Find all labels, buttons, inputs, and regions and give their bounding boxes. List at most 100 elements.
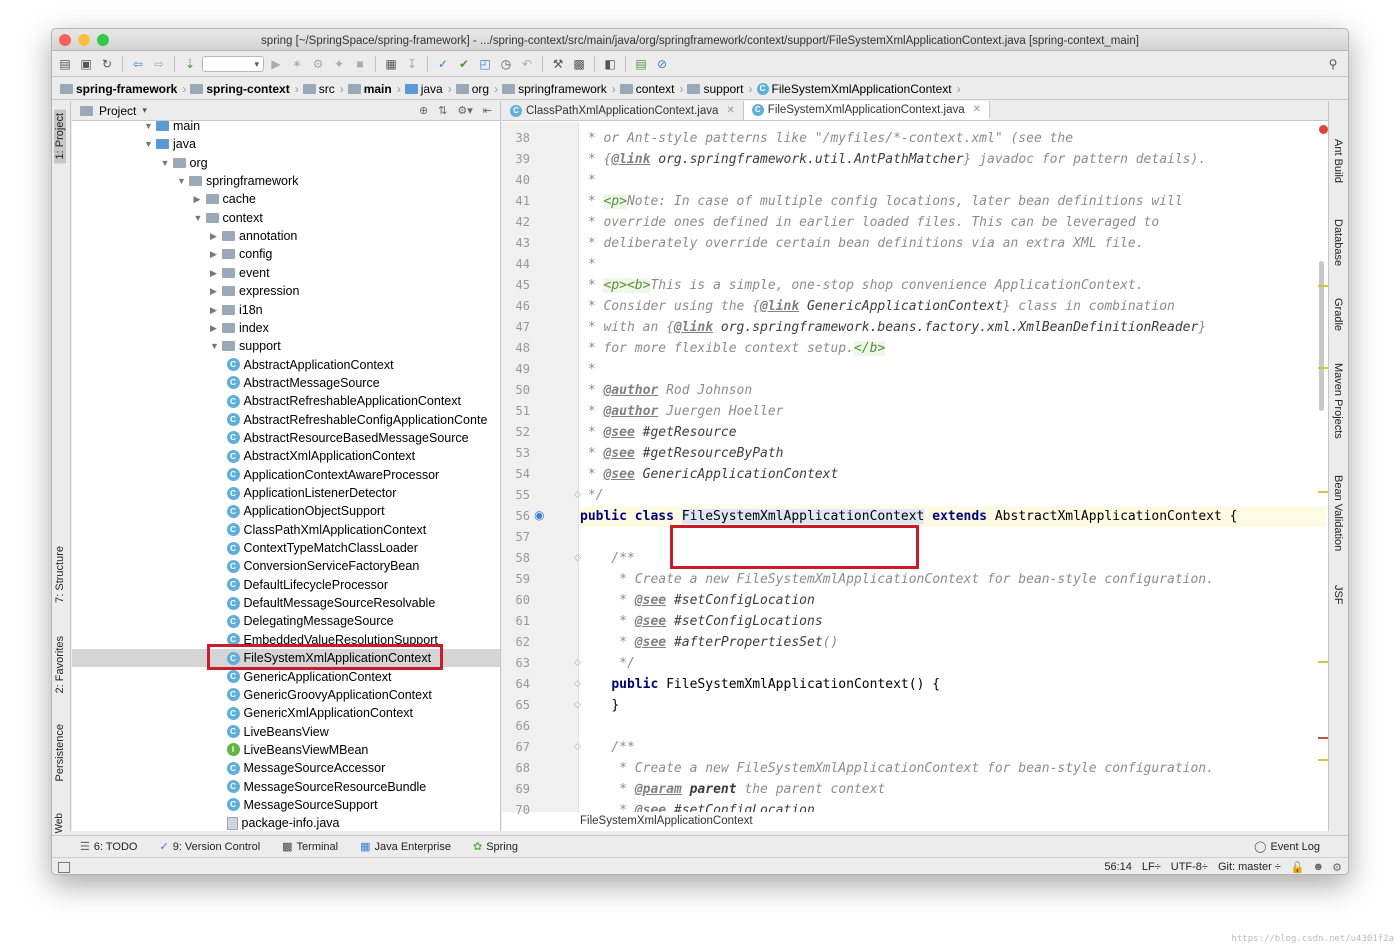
tab-structure[interactable]: 7: Structure [54,546,66,603]
project-view-select[interactable]: Project [99,104,136,118]
close-icon[interactable]: ✕ [973,104,981,115]
code-line[interactable]: * <p>Note: In case of multiple config lo… [580,191,1325,212]
code-line[interactable]: */ [580,653,1325,674]
inspector-icon[interactable]: ☻ [1313,861,1325,873]
vcs-commit-icon[interactable]: ✔ [455,55,473,73]
tree-folder[interactable]: ▼ support [210,337,281,355]
hide-panel-icon[interactable]: ⇤ [483,104,492,117]
code-line[interactable]: /** [580,737,1325,758]
code-line[interactable]: * @author Rod Johnson [580,380,1325,401]
todo-button[interactable]: ☰ 6: TODO [80,840,137,854]
tab-filesystem-xml-app-context[interactable]: C FileSystemXmlApplicationContext.java ✕ [743,101,991,120]
save-icon[interactable]: ▣ [77,55,95,73]
run-config-select[interactable]: ▾ [202,56,264,72]
code-editor[interactable]: * or Ant-style patterns like "/myfiles/*… [580,122,1325,812]
editor-scrollbar[interactable] [1319,261,1324,411]
code-line[interactable]: * Create a new FileSystemXmlApplicationC… [580,569,1325,590]
spring-button[interactable]: ✿ Spring [473,840,518,854]
chevron-down-icon[interactable]: ▾ [142,105,147,116]
sync-icon[interactable]: ↻ [98,55,116,73]
tree-file[interactable]: C DefaultMessageSourceResolvable [226,594,435,612]
tab-persistence[interactable]: Persistence [54,724,66,781]
crumb-context[interactable]: context [619,82,674,96]
vcs-update-icon[interactable]: ✓ [434,55,452,73]
code-line[interactable]: public FileSystemXmlApplicationContext()… [580,674,1325,695]
terminal-button[interactable]: ▩ Terminal [282,840,338,854]
tree-file[interactable]: C AbstractRefreshableConfigApplicationCon… [226,411,487,429]
code-line[interactable] [580,716,1325,737]
code-line[interactable]: * @see #getResourceByPath [580,443,1325,464]
download-icon[interactable]: ↧ [403,55,421,73]
chevron-right-icon[interactable]: ▶ [210,301,222,319]
code-line[interactable]: * deliberately override certain bean def… [580,233,1325,254]
vcs-compare-icon[interactable]: ◰ [476,55,494,73]
tab-classpath-xml-app-context[interactable]: C ClassPathXmlApplicationContext.java ✕ [502,101,744,120]
crumb-springframework[interactable]: springframework [502,82,607,96]
tree-file[interactable]: C MessageSourceSupport [226,796,378,814]
toggle-tool-windows-icon[interactable] [58,861,70,873]
code-line[interactable]: } [580,695,1325,716]
tree-file[interactable]: I LiveBeansViewMBean [226,741,368,759]
code-line[interactable]: * @see #setConfigLocation [580,800,1325,812]
tree-file[interactable]: C GenericXmlApplicationContext [226,704,413,722]
code-line[interactable]: * @see #setConfigLocation [580,590,1325,611]
stop-icon[interactable]: ■ [351,55,369,73]
tree-file[interactable]: C GenericApplicationContext [226,668,392,686]
debug-icon[interactable]: ✶ [288,55,306,73]
run-icon[interactable]: ▶ [267,55,285,73]
editor-breadcrumb[interactable]: FileSystemXmlApplicationContext [580,812,753,830]
chevron-right-icon[interactable]: ▶ [210,282,222,300]
minimize-window-button[interactable] [78,34,90,46]
crumb-project[interactable]: spring-framework [60,82,177,96]
tree-file[interactable]: C AbstractMessageSource [226,374,380,392]
code-line[interactable]: * <p><b>This is a simple, one-stop shop … [580,275,1325,296]
crumb-module[interactable]: spring-context [190,82,290,96]
tree-folder[interactable]: ▶ event [210,264,270,282]
tree-folder[interactable]: ▼ java [144,135,196,153]
tab-favorites[interactable]: 2: Favorites [54,636,66,693]
code-line[interactable]: * @see #setConfigLocations [580,611,1325,632]
tree-file[interactable]: C ApplicationObjectSupport [226,502,385,520]
tab-database[interactable]: Database [1332,219,1344,266]
crumb-src[interactable]: src [302,82,335,96]
tree-file[interactable]: C ConversionServiceFactoryBean [226,557,419,575]
tree-folder[interactable]: ▼ org [161,154,208,172]
tree-file[interactable]: C DefaultLifecycleProcessor [226,576,388,594]
code-line[interactable]: * [580,359,1325,380]
profile-icon[interactable]: ✦ [330,55,348,73]
code-line[interactable]: * @see GenericApplicationContext [580,464,1325,485]
search-icon[interactable]: ⚲ [1324,55,1342,73]
task-icon[interactable]: ◧ [601,55,619,73]
chevron-right-icon[interactable]: ▶ [210,319,222,337]
tab-web[interactable]: Web [54,813,65,833]
tree-file[interactable]: C MessageSourceAccessor [226,759,385,777]
tree-file[interactable]: C ContextTypeMatchClassLoader [226,539,418,557]
forward-icon[interactable]: ⇨ [150,55,168,73]
tree-file[interactable]: C AbstractXmlApplicationContext [226,447,415,465]
settings-wrench-icon[interactable]: ⚒ [549,55,567,73]
tree-folder[interactable]: ▼ springframework [177,172,298,190]
code-line[interactable]: * override ones defined in earlier loade… [580,212,1325,233]
tab-jsf[interactable]: JSF [1332,585,1344,605]
back-icon[interactable]: ⇦ [129,55,147,73]
tree-folder[interactable]: ▼ main [144,117,200,135]
code-line[interactable]: public class FileSystemXmlApplicationCon… [580,506,1325,527]
event-log-button[interactable]: ◯ Event Log [1254,840,1320,854]
tree-file[interactable]: C AbstractRefreshableApplicationContext [226,392,461,410]
code-line[interactable]: * [580,254,1325,275]
project-structure-icon[interactable]: ▩ [570,55,588,73]
chevron-down-icon[interactable]: ▼ [144,117,156,135]
code-line[interactable]: * @param parent the parent context [580,779,1325,800]
java-enterprise-button[interactable]: ▦ Java Enterprise [360,840,451,854]
tree-file[interactable]: C ApplicationListenerDetector [226,484,396,502]
tree-file[interactable]: C AbstractApplicationContext [226,356,394,374]
coverage-icon[interactable]: ⚙ [309,55,327,73]
code-line[interactable]: * or Ant-style patterns like "/myfiles/*… [580,128,1325,149]
crumb-org[interactable]: org [455,82,489,96]
scroll-from-source-icon[interactable]: ⊕ [419,104,428,117]
chevron-down-icon[interactable]: ▼ [177,172,189,190]
line-separator[interactable]: LF÷ [1142,861,1161,873]
revert-icon[interactable]: ↶ [518,55,536,73]
tab-gradle[interactable]: Gradle [1332,298,1344,331]
tree-file[interactable]: C AbstractResourceBasedMessageSource [226,429,469,447]
